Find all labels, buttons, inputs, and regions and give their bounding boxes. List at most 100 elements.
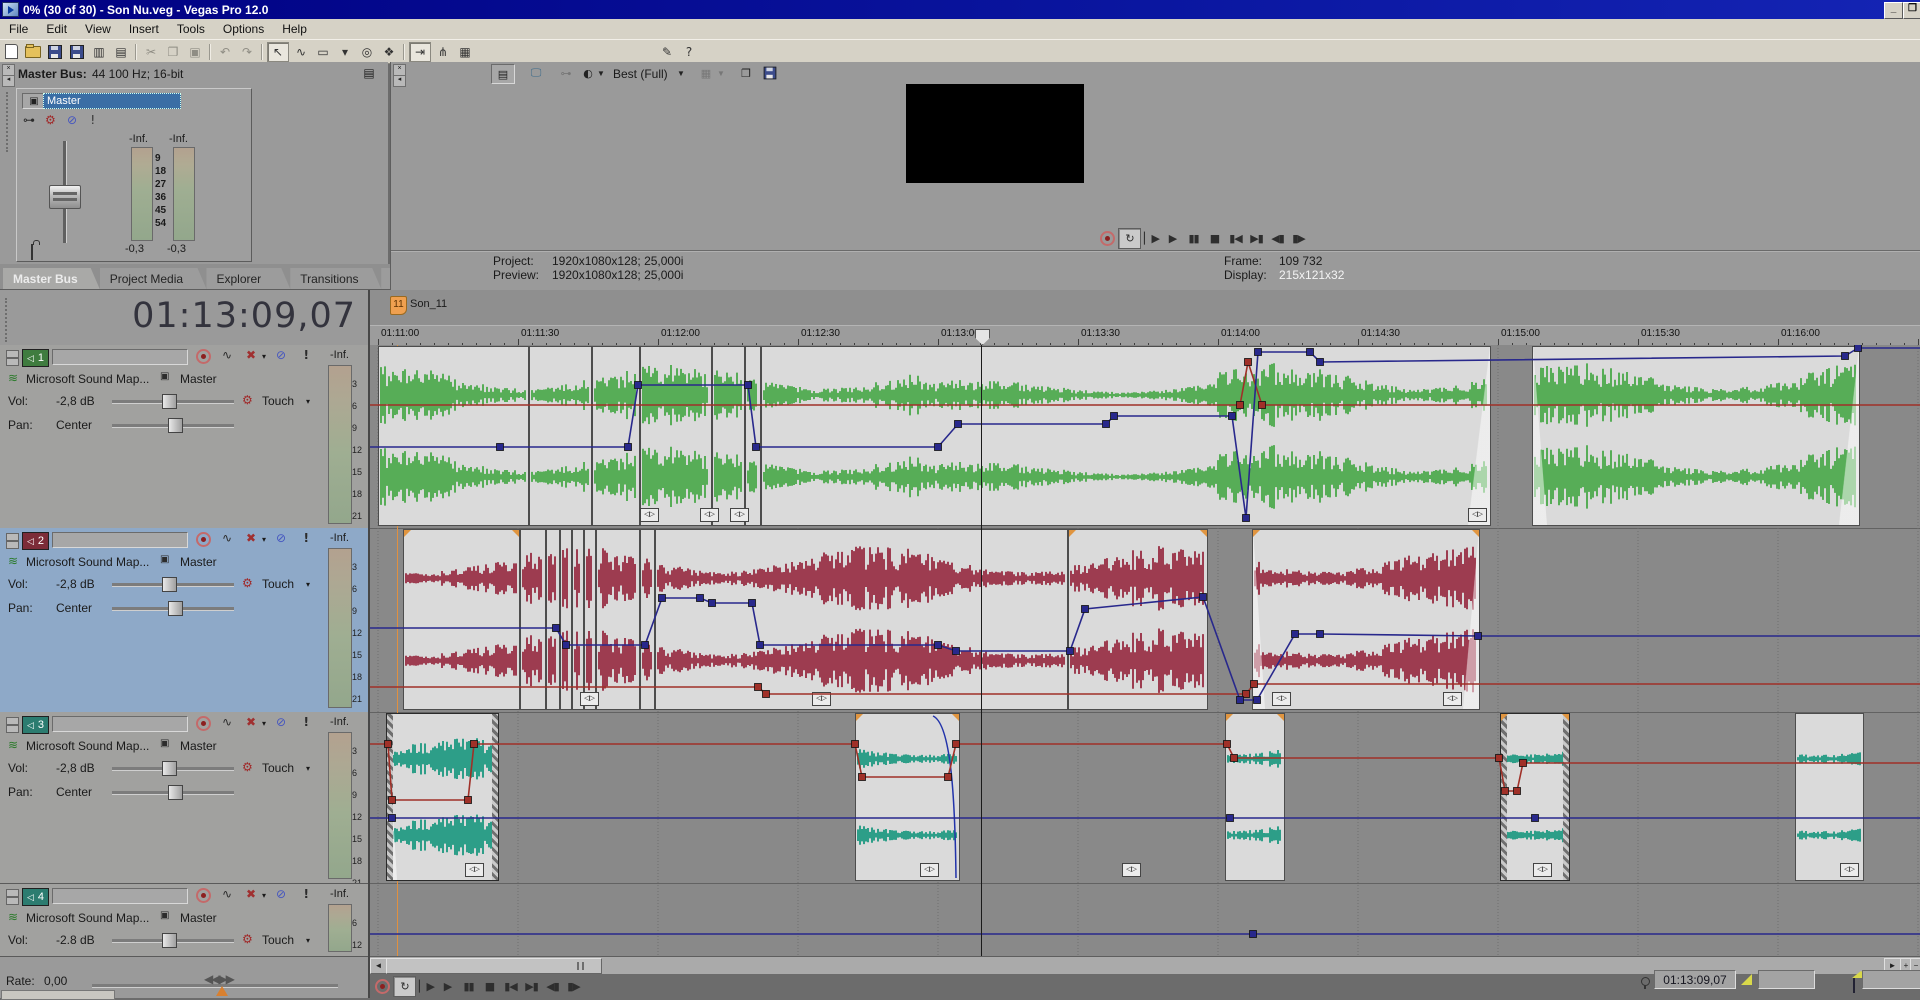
event-edge-handle[interactable] bbox=[387, 714, 393, 880]
audio-event[interactable] bbox=[1225, 713, 1285, 881]
audio-event[interactable] bbox=[855, 713, 960, 881]
event-edge-handle[interactable] bbox=[1563, 714, 1569, 880]
arm-record-icon[interactable] bbox=[196, 716, 211, 731]
device-name[interactable]: Microsoft Sound Map... bbox=[26, 372, 149, 386]
audio-event[interactable] bbox=[761, 346, 1491, 526]
bus-name[interactable]: Master bbox=[180, 911, 217, 925]
automation-mode[interactable]: Touch bbox=[262, 761, 294, 775]
copy-icon[interactable]: ❐ bbox=[163, 43, 183, 61]
menu-edit[interactable]: Edit bbox=[37, 20, 76, 38]
panel-menu-icon[interactable]: ▤ bbox=[358, 64, 380, 82]
track-envelope-icon[interactable]: ∿ bbox=[222, 348, 232, 362]
go-to-start-button[interactable]: ▮◀ bbox=[1225, 229, 1246, 248]
event-gain-handle[interactable]: ◁▷ bbox=[640, 508, 659, 522]
maximize-track-icon[interactable] bbox=[6, 541, 19, 549]
arm-record-icon[interactable] bbox=[196, 888, 211, 903]
automation-gear-icon[interactable]: ⚙ bbox=[242, 576, 253, 590]
audio-event[interactable] bbox=[378, 346, 529, 526]
volume-value[interactable]: -2.8 dB bbox=[56, 933, 95, 947]
track-name-field[interactable] bbox=[52, 716, 188, 732]
automation-mode[interactable]: Touch bbox=[262, 394, 294, 408]
audio-event[interactable] bbox=[1252, 529, 1480, 710]
cut-icon[interactable]: ✂ bbox=[141, 43, 161, 61]
zoom-edit-tool-icon[interactable]: ◎ bbox=[357, 43, 377, 61]
fx-dropdown-icon[interactable]: ▾ bbox=[262, 891, 266, 900]
automation-dropdown-icon[interactable]: ▾ bbox=[306, 764, 310, 773]
audio-event[interactable] bbox=[529, 346, 592, 526]
fx-dropdown-icon[interactable]: ▾ bbox=[262, 535, 266, 544]
bus-name[interactable]: Master bbox=[180, 555, 217, 569]
title-bar[interactable]: 0% (30 of 30) - Son Nu.veg - Vegas Pro 1… bbox=[0, 0, 1920, 19]
minimize-track-icon[interactable] bbox=[6, 350, 19, 358]
minimize-track-icon[interactable] bbox=[6, 533, 19, 541]
copy-snapshot-icon[interactable]: ❐ bbox=[735, 64, 757, 82]
stop-button[interactable]: ■ bbox=[1204, 229, 1225, 248]
quality-dropdown-icon[interactable]: ▼ bbox=[597, 69, 605, 78]
audio-event[interactable] bbox=[712, 346, 745, 526]
event-gain-handle[interactable]: ◁▷ bbox=[1443, 692, 1462, 706]
event-gain-handle[interactable]: ◁▷ bbox=[1533, 863, 1552, 877]
volume-value[interactable]: -2,8 dB bbox=[56, 394, 95, 408]
mute-icon[interactable]: ⊘ bbox=[276, 887, 286, 901]
arm-record-icon[interactable] bbox=[196, 349, 211, 364]
grid-dropdown-icon[interactable]: ▼ bbox=[717, 69, 725, 78]
dim-output-icon[interactable]: ǃ bbox=[91, 113, 95, 127]
external-monitor-icon[interactable]: 🖵 bbox=[525, 64, 547, 82]
scroll-left-icon[interactable]: ◄ bbox=[370, 958, 387, 974]
minimize-track-icon[interactable] bbox=[6, 889, 19, 897]
record-button[interactable] bbox=[1097, 229, 1118, 248]
automation-settings-icon[interactable]: ⚙ bbox=[45, 113, 56, 127]
envelope-edit-tool-icon[interactable]: ∿ bbox=[291, 43, 311, 61]
pause-button[interactable]: ▮▮ bbox=[1183, 229, 1204, 248]
loop-playback-button[interactable]: ↻ bbox=[1118, 228, 1141, 249]
normal-edit-tool-icon[interactable]: ↖ bbox=[267, 42, 289, 62]
automation-mode[interactable]: Touch bbox=[262, 933, 294, 947]
track-header-3[interactable]: ◁3∿✖▾⊘ǃ-Inf.36912151821≋Microsoft Sound … bbox=[0, 712, 368, 884]
whats-this-help-icon[interactable]: ? bbox=[679, 43, 699, 61]
device-name[interactable]: Microsoft Sound Map... bbox=[26, 555, 149, 569]
automation-gear-icon[interactable]: ⚙ bbox=[242, 760, 253, 774]
event-gain-handle[interactable]: ◁▷ bbox=[700, 508, 719, 522]
automation-gear-icon[interactable]: ⚙ bbox=[242, 932, 253, 946]
audio-event[interactable] bbox=[584, 529, 596, 710]
track-name-field[interactable] bbox=[52, 532, 188, 548]
audio-event[interactable] bbox=[572, 529, 584, 710]
maximize-track-icon[interactable] bbox=[6, 897, 19, 905]
play-button[interactable]: ▶ bbox=[437, 977, 458, 996]
collapse-panel-icon[interactable]: ◂ bbox=[393, 75, 406, 87]
audio-event[interactable] bbox=[745, 346, 761, 526]
previous-frame-button[interactable]: ◀▮ bbox=[1267, 229, 1288, 248]
track-name-field[interactable] bbox=[52, 349, 188, 365]
arm-record-icon[interactable] bbox=[196, 532, 211, 547]
pan-slider-thumb[interactable] bbox=[168, 785, 183, 800]
panel-grip[interactable] bbox=[6, 92, 8, 152]
automation-mode[interactable]: Touch bbox=[262, 577, 294, 591]
marker-label[interactable]: Son_11 bbox=[410, 298, 447, 310]
audio-event[interactable] bbox=[1068, 529, 1208, 710]
master-fader[interactable] bbox=[49, 185, 81, 209]
track-header-2[interactable]: ◁2∿✖▾⊘ǃ-Inf.36912151821≋Microsoft Sound … bbox=[0, 528, 368, 713]
bus-assign-icon[interactable]: ▣ bbox=[160, 371, 169, 382]
event-gain-handle[interactable]: ◁▷ bbox=[1272, 692, 1291, 706]
save-snapshot-icon[interactable] bbox=[759, 64, 781, 82]
marker-flag[interactable]: 11 bbox=[390, 296, 407, 315]
audio-event[interactable] bbox=[640, 346, 712, 526]
pan-value[interactable]: Center bbox=[56, 418, 92, 432]
pan-value[interactable]: Center bbox=[56, 785, 92, 799]
preview-menu-icon[interactable]: ▤ bbox=[491, 64, 515, 84]
maximize-track-icon[interactable] bbox=[6, 725, 19, 733]
track-fx-icon[interactable]: ✖ bbox=[246, 531, 256, 545]
lock-envelopes-icon[interactable]: ▦ bbox=[455, 43, 475, 61]
next-frame-button[interactable]: ▮▶ bbox=[1288, 229, 1309, 248]
track-name-field[interactable] bbox=[52, 888, 188, 904]
fx-dropdown-icon[interactable]: ▾ bbox=[262, 719, 266, 728]
bus-assign-icon[interactable]: ▣ bbox=[160, 738, 169, 749]
track-envelope-icon[interactable]: ∿ bbox=[222, 887, 232, 901]
audio-event[interactable] bbox=[592, 346, 640, 526]
playhead-handle[interactable] bbox=[975, 329, 990, 345]
audio-event[interactable] bbox=[403, 529, 520, 710]
pause-button[interactable]: ▮▮ bbox=[458, 977, 479, 996]
stop-button[interactable]: ■ bbox=[479, 977, 500, 996]
audio-event[interactable] bbox=[655, 529, 1068, 710]
preview-quality-label[interactable]: Best (Full) bbox=[613, 67, 668, 81]
